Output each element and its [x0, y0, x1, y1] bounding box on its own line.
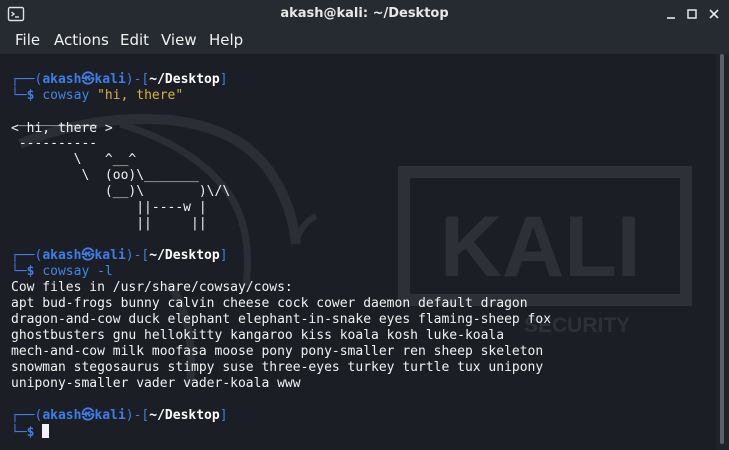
cow-output-line: ||----w | — [11, 200, 207, 215]
command-line-3[interactable]: └─$ — [11, 424, 50, 441]
list-output-line: mech-and-cow milk moofasa moose pony pon… — [11, 344, 544, 359]
terminal-output-area[interactable]: KALI SECURITY ┌──(akash㉿kali)-[~/Desktop… — [0, 54, 716, 450]
list-output-line: snowman stegosaurus stimpy suse three-ey… — [11, 360, 544, 375]
list-output-line: unipony-smaller vader vader-koala www — [11, 376, 301, 391]
list-output-line: dragon-and-cow duck elephant elephant-in… — [11, 312, 552, 327]
cow-output-line: \ ^__^ — [11, 152, 137, 167]
command-line-1: └─$ cowsay "hi, there" — [11, 88, 184, 103]
window-title: akash@kali: ~/Desktop — [280, 6, 449, 21]
menu-edit[interactable]: Edit — [120, 31, 149, 49]
menu-actions[interactable]: Actions — [54, 31, 109, 49]
list-output-line: Cow files in /usr/share/cowsay/cows: — [11, 280, 293, 295]
text-cursor — [42, 424, 50, 438]
vertical-scrollbar[interactable] — [716, 54, 729, 450]
watermark-kali-text: KALI — [440, 199, 641, 295]
cow-output-line: (__)\ )\/\ — [11, 184, 231, 199]
menu-help[interactable]: Help — [209, 31, 243, 49]
list-output-line: apt bud-frogs bunny calvin cheese cock c… — [11, 296, 528, 311]
cow-output-line: ---------- — [11, 136, 98, 151]
maximize-icon[interactable] — [683, 5, 701, 23]
list-output-line: ghostbusters gnu hellokitty kangaroo kis… — [11, 328, 505, 343]
command-line-2: └─$ cowsay -l — [11, 264, 113, 279]
scrollbar-thumb[interactable] — [720, 54, 724, 444]
menu-view[interactable]: View — [161, 31, 197, 49]
prompt-line-2: ┌──(akash㉿kali)-[~/Desktop] — [11, 248, 228, 263]
menu-bar: File Actions Edit View Help — [0, 28, 729, 54]
cow-output-line: || || — [11, 216, 207, 231]
prompt-line-1: ┌──(akash㉿kali)-[~/Desktop] — [11, 72, 228, 87]
title-bar[interactable]: akash@kali: ~/Desktop — [0, 0, 729, 28]
minimize-icon[interactable] — [662, 5, 680, 23]
terminal-window: akash@kali: ~/Desktop File Actions Edit … — [0, 0, 729, 450]
close-icon[interactable] — [705, 5, 723, 23]
menu-file[interactable]: File — [15, 31, 40, 49]
cow-output-line: \ (oo)\_______ — [11, 168, 199, 183]
prompt-line-3: ┌──(akash㉿kali)-[~/Desktop] — [11, 408, 228, 423]
cow-output-line: < hi, there > — [11, 121, 113, 136]
